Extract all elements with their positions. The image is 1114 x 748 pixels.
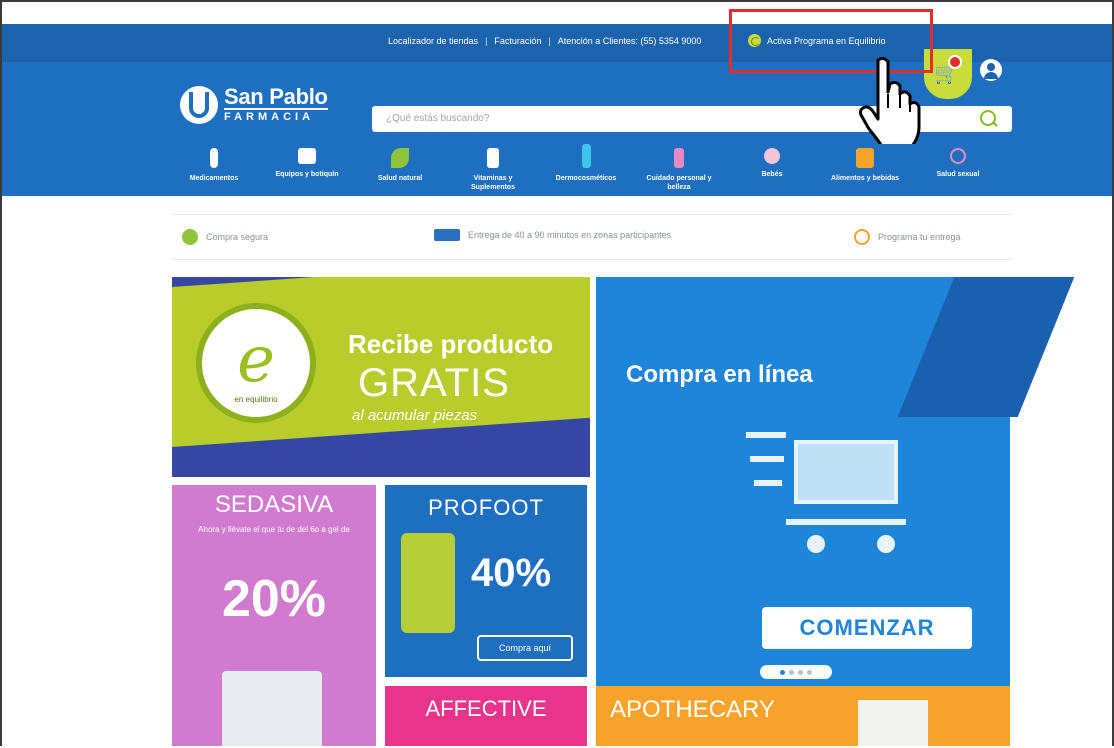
divider: | xyxy=(548,36,551,46)
banner-affective[interactable]: AFFECTIVE xyxy=(385,686,587,746)
discount-percent: 40% xyxy=(471,551,552,595)
banner-sedasiva[interactable]: SEDASIVA Ahora y llévate el que tu de de… xyxy=(172,485,376,746)
divider: | xyxy=(485,36,488,46)
site-header: Localizador de tiendas | Facturación | A… xyxy=(2,24,1112,196)
carousel-dot[interactable] xyxy=(798,669,803,675)
leaf-icon xyxy=(391,148,409,168)
search-placeholder: ¿Qué estás buscando? xyxy=(386,113,490,124)
banner-title: Compra en línea xyxy=(626,361,813,388)
banner-apothecary[interactable]: APOTHECARY xyxy=(596,686,1010,746)
carousel-dot[interactable] xyxy=(789,669,794,675)
benefit-secure: Compra segura xyxy=(182,229,268,245)
category-vitaminas[interactable]: Vitaminas y Suplementos xyxy=(455,144,531,208)
brand-logo[interactable]: San Pablo FARMACIA xyxy=(180,86,328,124)
brand-title: PROFOOT xyxy=(428,495,544,520)
banner-profoot[interactable]: PROFOOT 40% Compra aquí xyxy=(385,485,587,677)
banner-subtext: al acumular piezas xyxy=(352,407,478,424)
category-cuidado-personal[interactable]: Cuidado personal y belleza xyxy=(641,144,717,208)
search-icon[interactable] xyxy=(980,110,996,126)
banner-equilibrio[interactable]: e en equilibrio Recibe producto GRATIS a… xyxy=(172,277,590,477)
utility-links: Localizador de tiendas | Facturación | A… xyxy=(388,36,701,46)
benefit-label: Compra segura xyxy=(206,232,269,242)
banner-free-text: GRATIS xyxy=(358,361,510,405)
gender-icon xyxy=(950,148,966,164)
top-band xyxy=(2,2,1112,24)
logo-text: San Pablo FARMACIA xyxy=(224,86,328,124)
brand-name: San Pablo xyxy=(224,84,328,110)
discount-percent: 20% xyxy=(221,570,327,628)
clock-icon xyxy=(854,229,870,245)
benefit-delivery: Entrega de 40 a 90 minutos en zonas part… xyxy=(434,229,671,241)
category-label: Salud sexual xyxy=(936,171,980,178)
user-account-icon[interactable] xyxy=(980,59,1002,81)
brand-subtitle: FARMACIA xyxy=(224,111,315,123)
san-pablo-logo-mark xyxy=(180,86,218,124)
benefit-label: Programa tu entrega xyxy=(878,232,961,242)
carousel-dots[interactable] xyxy=(760,665,832,679)
benefit-label: Entrega de 40 a 90 minutos en zonas part… xyxy=(468,230,672,240)
category-salud-natural[interactable]: Salud natural xyxy=(362,144,438,208)
category-equipos[interactable]: Equipos y botiquín xyxy=(269,144,345,208)
category-bebes[interactable]: Bebés xyxy=(734,144,810,208)
category-label: Alimentos y bebidas xyxy=(830,175,900,182)
category-alimentos[interactable]: Alimentos y bebidas xyxy=(827,144,903,208)
cart-illustration-icon xyxy=(746,432,906,553)
category-label: Equipos y botiquín xyxy=(275,171,339,178)
category-label: Bebés xyxy=(761,171,783,178)
product-package-image xyxy=(222,671,322,746)
banner-headline: Recibe producto xyxy=(348,329,554,359)
pill-icon xyxy=(210,148,218,168)
start-shopping-button[interactable]: COMENZAR xyxy=(762,607,972,649)
shield-icon xyxy=(182,229,198,245)
category-label: Medicamentos xyxy=(189,175,239,182)
benefits-bar: Compra segura Entrega de 40 a 90 minutos… xyxy=(172,214,1012,260)
brand-title: APOTHECARY xyxy=(610,696,775,723)
equilibrio-badge: e en equilibrio xyxy=(196,303,316,423)
category-label: Dermocosméticos xyxy=(555,175,617,182)
category-label: Cuidado personal y belleza xyxy=(646,175,712,191)
banner-compra-en-linea[interactable]: Compra en línea COMENZAR xyxy=(596,277,1075,746)
cream-tube-icon xyxy=(581,144,591,168)
benefit-schedule: Programa tu entrega xyxy=(854,229,961,245)
category-dermocosmeticos[interactable]: Dermocosméticos xyxy=(548,144,624,208)
vitamins-icon xyxy=(487,148,499,168)
product-image xyxy=(401,533,455,633)
beauty-bottle-icon xyxy=(674,148,684,168)
category-medicamentos[interactable]: Medicamentos xyxy=(176,144,252,208)
truck-icon xyxy=(434,229,460,241)
baby-bottle-icon xyxy=(764,148,780,164)
category-nav: Medicamentos Equipos y botiquín Salud na… xyxy=(176,144,996,208)
carousel-dot[interactable] xyxy=(780,669,785,675)
category-salud-sexual[interactable]: Salud sexual xyxy=(920,144,996,208)
equilibrio-badge-text: en equilibrio xyxy=(234,395,278,404)
first-aid-icon xyxy=(298,148,316,164)
brand-title: AFFECTIVE xyxy=(425,696,547,721)
equilibrio-e-logo: e xyxy=(237,323,275,397)
category-label: Vitaminas y Suplementos xyxy=(471,175,515,191)
product-image xyxy=(858,700,928,746)
browser-frame: Localizador de tiendas | Facturación | A… xyxy=(0,0,1114,746)
promo-subtext: Ahora y llévate el que tu de del 6o a ge… xyxy=(198,525,350,534)
hand-pointer-cursor-icon xyxy=(859,56,921,144)
buy-here-button[interactable]: Compra aquí xyxy=(477,635,573,661)
store-locator-link[interactable]: Localizador de tiendas xyxy=(388,36,478,46)
customer-service-link[interactable]: Atención a Clientes: (55) 5354 9000 xyxy=(558,36,702,46)
category-label: Salud natural xyxy=(377,175,423,182)
carousel-dot[interactable] xyxy=(807,669,812,675)
drinks-icon xyxy=(856,148,874,168)
cart-count-badge xyxy=(948,55,962,69)
billing-link[interactable]: Facturación xyxy=(494,36,541,46)
brand-title: SEDASIVA xyxy=(214,491,334,518)
banner-decor xyxy=(897,277,1075,417)
